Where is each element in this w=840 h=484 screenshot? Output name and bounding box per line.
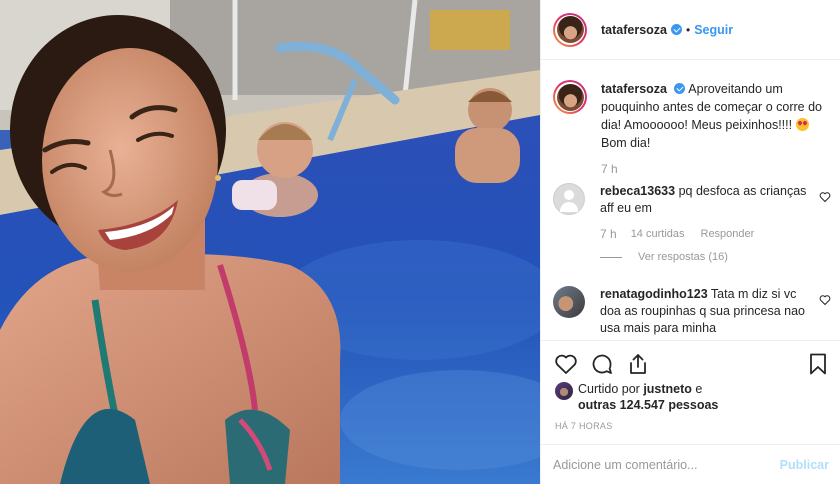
caption-username[interactable]: tatafersoza — [601, 82, 667, 96]
comment-meta: 7 h 14 curtidas Responder — [600, 227, 833, 241]
liked-by-others[interactable]: outras 124.547 pessoas — [578, 398, 718, 412]
caption-timestamp[interactable]: 7 h — [601, 162, 618, 176]
verified-badge-icon — [674, 83, 686, 94]
post-photo[interactable] — [0, 0, 540, 484]
comment-likes-count[interactable]: 14 curtidas — [631, 228, 685, 240]
like-heart-icon[interactable] — [553, 351, 579, 377]
liked-by-prefix: Curtido por — [578, 382, 644, 396]
comment-timestamp[interactable]: 7 h — [600, 227, 617, 241]
comment-avatar[interactable] — [553, 286, 585, 318]
comment-item: rebeca13633 pq desfoca as crianças aff e… — [553, 183, 833, 263]
view-replies-button[interactable]: Ver respostas (16) — [600, 251, 833, 263]
reply-button[interactable]: Responder — [701, 228, 755, 240]
comment-avatar[interactable] — [553, 183, 585, 215]
liked-by-avatar[interactable] — [555, 382, 573, 400]
author-username[interactable]: tatafersoza — [601, 23, 667, 37]
liked-by-mid: e — [691, 382, 703, 396]
author-avatar[interactable] — [553, 12, 587, 47]
publish-button[interactable]: Publicar — [780, 458, 829, 472]
verified-badge-icon — [671, 24, 682, 35]
header-separator: • — [686, 22, 691, 37]
liked-by-user[interactable]: justneto — [643, 382, 692, 396]
follow-button[interactable]: Seguir — [694, 23, 733, 37]
like-comment-heart-icon[interactable] — [819, 294, 831, 306]
action-icons — [553, 351, 831, 377]
comment-username[interactable]: rebeca13633 — [600, 184, 675, 198]
post-sidebar: tatafersoza • Seguir tatafersoza Aprovei… — [540, 0, 840, 484]
replies-divider — [600, 256, 622, 258]
post-caption: tatafersoza Aproveitando um pouquinho an… — [553, 80, 833, 176]
caption-avatar[interactable] — [553, 80, 587, 114]
comment-item: renatagodinho123 Tata m diz si vc doa as… — [553, 286, 833, 337]
add-comment-bar: Publicar — [541, 444, 840, 484]
liked-by: Curtido por justneto e outras 124.547 pe… — [555, 381, 718, 413]
post-header: tatafersoza • Seguir — [541, 0, 840, 60]
comments-list[interactable]: tatafersoza Aproveitando um pouquinho an… — [541, 60, 840, 340]
caption-text-end: Bom dia! — [601, 136, 651, 150]
heart-eyes-emoji-icon — [795, 118, 809, 131]
view-replies-label: Ver respostas (16) — [638, 251, 728, 263]
like-comment-heart-icon[interactable] — [819, 191, 831, 203]
save-bookmark-icon[interactable] — [805, 351, 831, 377]
post-photo-illustration — [0, 0, 540, 484]
comment-bubble-icon[interactable] — [589, 351, 615, 377]
post-time-ago[interactable]: HÁ 7 HORAS — [555, 421, 613, 431]
share-icon[interactable] — [625, 351, 651, 377]
add-comment-input[interactable] — [553, 457, 780, 472]
comment-username[interactable]: renatagodinho123 — [600, 287, 708, 301]
